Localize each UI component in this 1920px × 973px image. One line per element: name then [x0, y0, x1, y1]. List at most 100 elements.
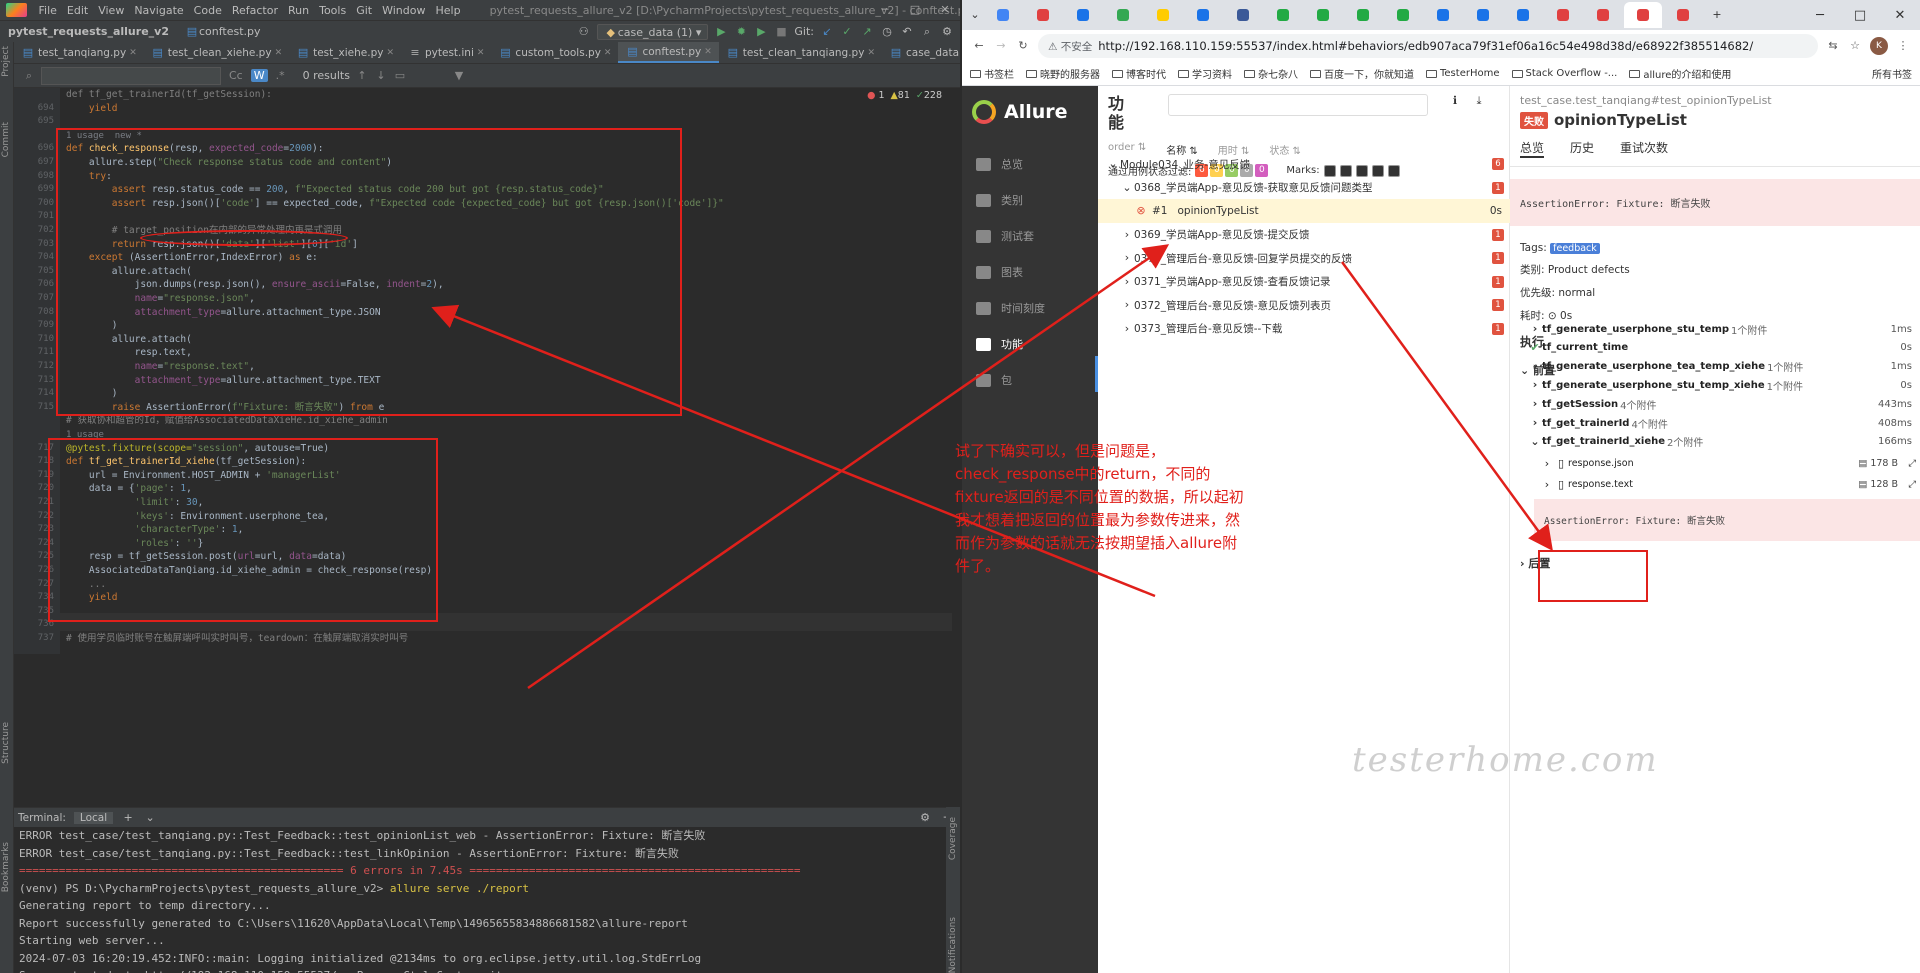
new-tab-icon[interactable]: +	[1710, 8, 1724, 22]
info-icon[interactable]: ℹ	[1448, 94, 1462, 108]
code-line[interactable]: 1 usage new *	[66, 129, 142, 144]
browser-tab[interactable]	[1104, 2, 1142, 28]
browser-tab[interactable]	[1184, 2, 1222, 28]
menu-view[interactable]: View	[93, 4, 129, 17]
code-area[interactable]: def tf_get_trainerId(tf_getSession): yie…	[66, 88, 952, 654]
bookmark-item[interactable]: 博客时代	[1112, 66, 1166, 81]
attachment-row[interactable]: › ▯ response.text ▤ 128 B ⤢	[1510, 474, 1920, 496]
bookmark-item[interactable]: 书签栏	[970, 66, 1014, 81]
warning-count[interactable]: ▲81	[890, 90, 909, 101]
nav-item[interactable]: 功能	[962, 326, 1098, 362]
git-push-icon[interactable]: ↗	[860, 25, 874, 39]
tree-search-input[interactable]	[1168, 94, 1428, 116]
match-case-toggle[interactable]: Cc	[226, 69, 246, 82]
code-line[interactable]: attachment_type=allure.attachment_type.J…	[66, 306, 381, 320]
browser-tab[interactable]	[1544, 2, 1582, 28]
setup-step[interactable]: › tf_generate_userphone_tea_temp_xiehe 1个附…	[1510, 357, 1920, 377]
step-error-message[interactable]: AssertionError: Fixture: 断言失败	[1534, 498, 1920, 541]
code-line[interactable]: 'characterType': 1,	[66, 523, 244, 537]
code-line[interactable]: raise AssertionError(f"Fixture: 断言失败") f…	[66, 401, 385, 415]
menu-file[interactable]: File	[33, 4, 61, 17]
browser-tab[interactable]	[1144, 2, 1182, 28]
menu-code[interactable]: Code	[189, 4, 227, 17]
code-line[interactable]: name="response.text",	[66, 360, 255, 374]
coverage-icon[interactable]: ▶	[754, 25, 768, 39]
close-tab-icon[interactable]: ✕	[386, 42, 394, 64]
next-occurrence-icon[interactable]: ↓	[374, 69, 388, 83]
allure-logo[interactable]: Allure	[962, 86, 1098, 138]
translate-icon[interactable]: ⇆	[1826, 39, 1840, 53]
bookmark-item[interactable]: 百度一下，你就知道	[1310, 66, 1414, 81]
menu-run[interactable]: Run	[283, 4, 314, 17]
close-icon[interactable]: ✕	[930, 0, 960, 20]
close-tab-icon[interactable]: ✕	[275, 42, 283, 64]
terminal-output[interactable]: ERROR test_case/test_tanqiang.py::Test_F…	[14, 827, 946, 973]
history-icon[interactable]: ◷	[880, 25, 894, 39]
code-line[interactable]: json.dumps(resp.json(), ensure_ascii=Fal…	[66, 278, 444, 292]
setup-step[interactable]: › tf_get_trainerId 4个附件 408ms	[1510, 413, 1920, 433]
code-line[interactable]: def tf_get_trainerId_xiehe(tf_getSession…	[66, 455, 306, 469]
menu-window[interactable]: Window	[377, 4, 430, 17]
tree-node[interactable]: ⊗ #1 opinionTypeList 0s	[1098, 199, 1510, 223]
editor-tab[interactable]: ≡ pytest.ini ✕	[401, 42, 491, 63]
tab-overview[interactable]: 总览	[1520, 139, 1545, 158]
browser-minimize-icon[interactable]: ─	[1800, 8, 1840, 23]
tag-badge[interactable]: feedback	[1550, 243, 1600, 254]
tree-node[interactable]: ⌄ Module034_业务-意见反馈 6	[1098, 152, 1510, 176]
bookmark-item[interactable]: Stack Overflow -...	[1511, 68, 1617, 79]
code-line[interactable]: allure.attach(	[66, 265, 192, 279]
bookmark-item[interactable]: 杂七杂八	[1244, 66, 1298, 81]
run-config-select[interactable]: ◆ case_data (1) ▾	[596, 23, 709, 40]
close-tab-icon[interactable]: ✕	[867, 42, 875, 64]
tool-coverage[interactable]: Coverage	[948, 817, 958, 860]
tab-search-icon[interactable]: ⌄	[968, 8, 982, 22]
editor-tab[interactable]: ▤ test_tanqiang.py ✕	[14, 42, 144, 63]
code-line[interactable]: resp = tf_getSession.post(url=url, data=…	[66, 550, 346, 564]
code-line[interactable]: attachment_type=allure.attachment_type.T…	[66, 374, 381, 388]
code-line[interactable]: data = {'page': 1,	[66, 482, 192, 496]
breadcrumb-project[interactable]: pytest_requests_allure_v2	[0, 25, 177, 38]
code-line[interactable]: def tf_get_trainerId(tf_getSession):	[66, 88, 272, 102]
chevron-down-icon[interactable]: ⌄	[143, 811, 157, 825]
close-tab-icon[interactable]: ✕	[477, 42, 485, 64]
menu-tools[interactable]: Tools	[314, 4, 351, 17]
browser-maximize-icon[interactable]: □	[1840, 8, 1880, 23]
browser-tab[interactable]	[1624, 2, 1662, 28]
code-line[interactable]: assert resp.json()['code'] == expected_c…	[66, 197, 724, 211]
menu-navigate[interactable]: Navigate	[129, 4, 188, 17]
browser-tab[interactable]	[1304, 2, 1342, 28]
setup-step[interactable]: › tf_generate_userphone_stu_temp 1个附件 1ms	[1510, 319, 1920, 339]
browser-tab[interactable]	[1584, 2, 1622, 28]
nav-item[interactable]: 时间刻度	[962, 290, 1098, 326]
close-tab-icon[interactable]: ✕	[129, 42, 137, 64]
browser-tab[interactable]	[1464, 2, 1502, 28]
tree-node[interactable]: ⌄ 0368_学员端App-意见反馈-获取意见反馈问题类型 1	[1098, 176, 1510, 200]
setup-step[interactable]: ✔ tf_current_time 0s	[1510, 338, 1920, 358]
code-line[interactable]: resp.text,	[66, 346, 192, 360]
download-icon[interactable]: ⤓	[1472, 94, 1486, 108]
tab-history[interactable]: 历史	[1570, 139, 1594, 158]
setup-step[interactable]: › tf_getSession 4个附件 443ms	[1510, 394, 1920, 414]
search-everywhere-icon[interactable]: ⌕	[920, 25, 934, 39]
whole-words-toggle[interactable]: W	[250, 69, 268, 82]
browser-tab[interactable]	[1664, 2, 1702, 28]
tree-node[interactable]: › 0372_管理后台-意见反馈-意见反馈列表页 1	[1098, 293, 1510, 317]
tree-node[interactable]: › 0371_学员端App-意见反馈-查看反馈记录 1	[1098, 270, 1510, 294]
code-line[interactable]: 'keys': Environment.userphone_tea,	[66, 510, 329, 524]
code-line[interactable]: )	[66, 387, 118, 401]
stop-icon[interactable]: ■	[774, 25, 788, 39]
tool-bookmarks[interactable]: Bookmarks	[1, 842, 11, 892]
url-field[interactable]: ⚠ 不安全 http://192.168.110.159:55537/index…	[1038, 34, 1818, 58]
setup-step[interactable]: › tf_generate_userphone_stu_temp_xiehe 1个附…	[1510, 375, 1920, 395]
code-line[interactable]: def check_response(resp, expected_code=2…	[66, 142, 323, 156]
code-line[interactable]: )	[66, 319, 118, 333]
code-line[interactable]: yield	[66, 591, 118, 605]
browser-tab[interactable]	[1064, 2, 1102, 28]
all-bookmarks[interactable]: 所有书签	[1872, 66, 1920, 81]
editor-tab[interactable]: ▤ test_clean_xiehe.py ✕	[144, 42, 289, 63]
select-all-icon[interactable]: ▭	[393, 69, 407, 83]
bookmark-item[interactable]: 晓野的服务器	[1026, 66, 1100, 81]
browser-tab[interactable]	[1384, 2, 1422, 28]
nav-item[interactable]: 总览	[962, 146, 1098, 182]
bookmark-star-icon[interactable]: ☆	[1848, 39, 1862, 53]
